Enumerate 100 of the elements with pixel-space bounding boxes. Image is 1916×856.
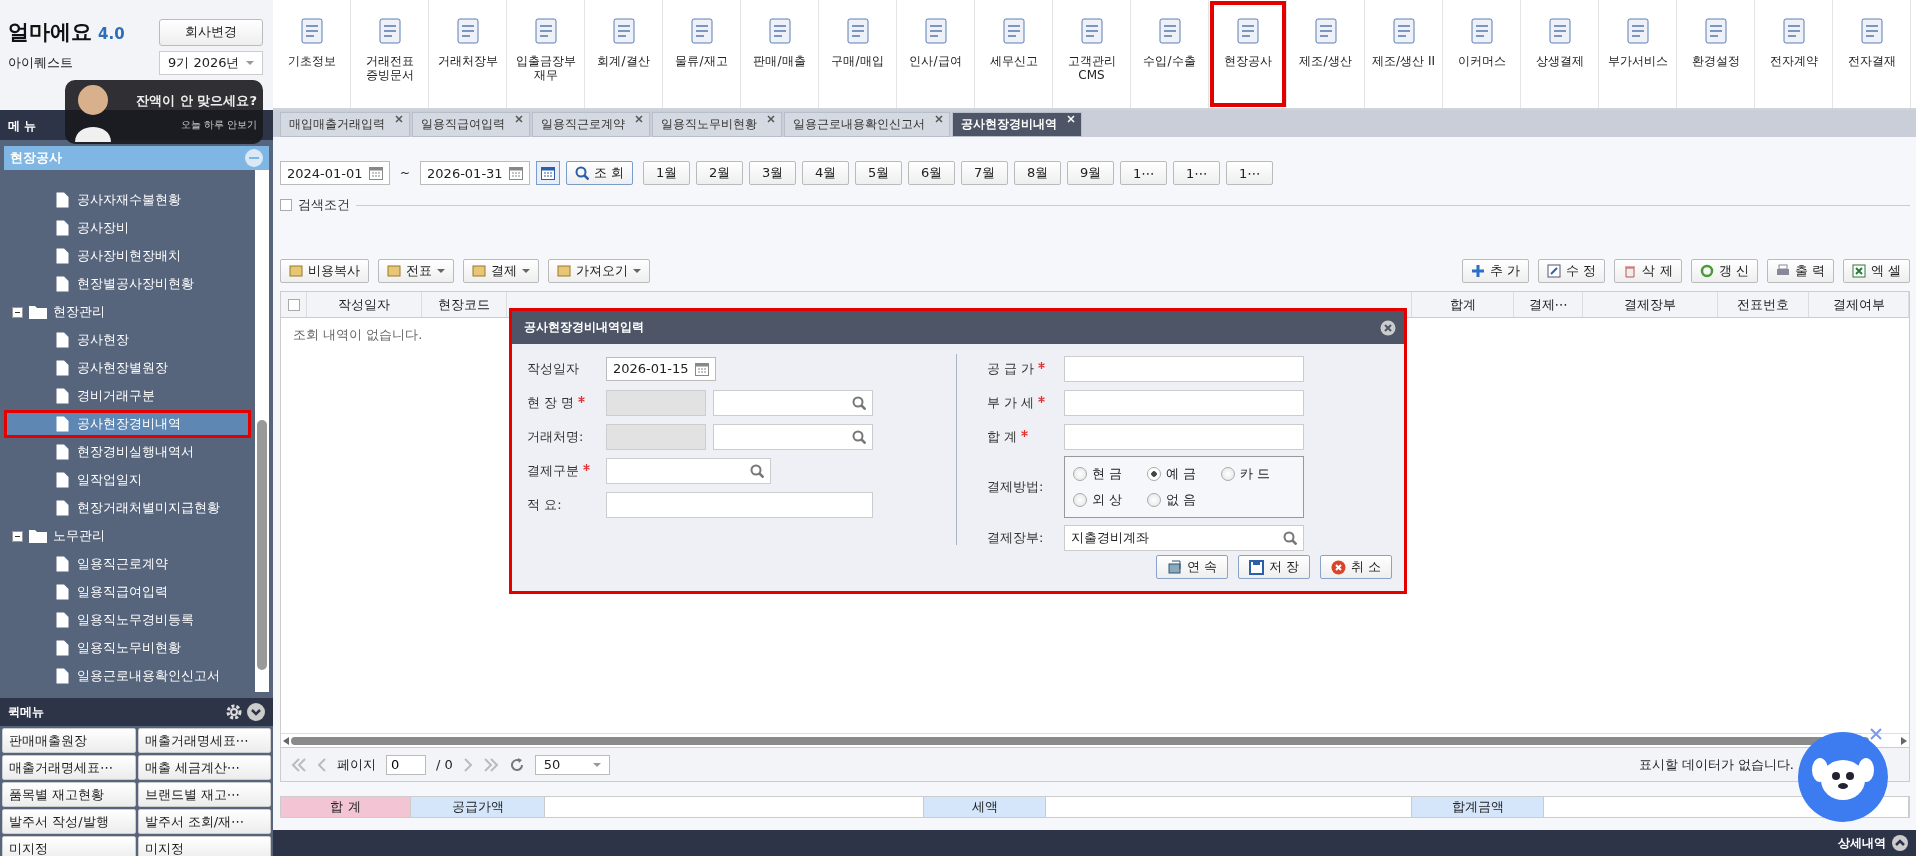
tree-item[interactable]: 공사장비현장배치: [4, 242, 251, 270]
module-button[interactable]: 이커머스: [1443, 0, 1521, 108]
toolbar-button[interactable]: 갱 신: [1690, 259, 1758, 283]
tree-item[interactable]: 현장별공사장비현황: [4, 270, 251, 298]
tree-item[interactable]: 경비거래구분: [4, 382, 251, 410]
tab[interactable]: 일용직근로계약: [532, 112, 650, 137]
module-button[interactable]: 전자계약: [1755, 0, 1833, 108]
module-button[interactable]: 인사/급여: [897, 0, 975, 108]
quick-menu-button[interactable]: 미지정: [137, 836, 271, 856]
module-button[interactable]: 고객관리 CMS: [1053, 0, 1131, 108]
radio-button[interactable]: 없 음: [1147, 491, 1221, 509]
module-button[interactable]: 물류/재고: [663, 0, 741, 108]
save-button[interactable]: 저 장: [1237, 555, 1310, 579]
scrollbar[interactable]: [281, 733, 1909, 747]
month-button[interactable]: 7월: [961, 161, 1009, 185]
toolbar-button[interactable]: 결제: [463, 259, 539, 283]
toolbar-button[interactable]: 추 가: [1462, 259, 1530, 283]
toolbar-button[interactable]: 출 력: [1766, 259, 1834, 283]
module-button[interactable]: 세무신고: [975, 0, 1053, 108]
calendar-button[interactable]: [536, 161, 561, 185]
toolbar-button[interactable]: 가져오기: [548, 259, 650, 283]
tree-item[interactable]: 현장거래처별미지급현황: [4, 494, 251, 522]
tree-item[interactable]: 공사현장: [4, 326, 251, 354]
cancel-button[interactable]: 취 소: [1319, 555, 1392, 579]
module-button[interactable]: 전자결재: [1833, 0, 1911, 108]
month-button[interactable]: 1⋯: [1120, 161, 1168, 185]
tree-item[interactable]: 공사현장경비내역: [4, 410, 251, 438]
input-field[interactable]: [1064, 423, 1304, 450]
date-field[interactable]: 2026-01-15: [606, 356, 716, 381]
tree-item[interactable]: 일용직노무비현황: [4, 634, 251, 662]
module-button[interactable]: 환경설정: [1677, 0, 1755, 108]
quick-menu-button[interactable]: 매출거래명세표⋯: [2, 755, 136, 780]
tree-item[interactable]: 일용직급여입력: [4, 578, 251, 606]
continue-button[interactable]: 연 속: [1155, 555, 1228, 579]
month-button[interactable]: 2월: [696, 161, 744, 185]
toolbar-button[interactable]: 삭 제: [1614, 259, 1682, 283]
page-size-select[interactable]: 50: [534, 754, 610, 775]
quick-menu-button[interactable]: 발주서 조회/재⋯: [137, 809, 271, 834]
module-button[interactable]: 거래처장부: [429, 0, 507, 108]
checkbox[interactable]: [287, 298, 300, 311]
module-button[interactable]: 거래전표 증빙문서: [351, 0, 429, 108]
search-field[interactable]: [606, 457, 771, 484]
radio-button[interactable]: 예 금: [1147, 465, 1221, 483]
radio-button[interactable]: 현 금: [1073, 465, 1147, 483]
toolbar-button[interactable]: 전표: [378, 259, 454, 283]
search-field[interactable]: [713, 389, 873, 416]
tree-item[interactable]: 일용직근로계약: [4, 550, 251, 578]
month-button[interactable]: 1⋯: [1173, 161, 1221, 185]
input-field[interactable]: [1064, 355, 1304, 382]
input-field[interactable]: [606, 491, 873, 518]
month-button[interactable]: 1⋯: [1226, 161, 1274, 185]
quick-menu-button[interactable]: 매출 세금계산⋯: [137, 755, 271, 780]
module-button[interactable]: 판매/매출: [741, 0, 819, 108]
module-button[interactable]: 제조/생산: [1287, 0, 1365, 108]
period-select[interactable]: 9기 2026년: [159, 51, 263, 75]
change-company-button[interactable]: 회사변경: [159, 18, 263, 46]
quick-menu-button[interactable]: 매출거래명세표⋯: [137, 728, 271, 753]
month-button[interactable]: 3월: [749, 161, 797, 185]
input-field[interactable]: [1064, 389, 1304, 416]
quick-menu-button[interactable]: 미지정: [2, 836, 136, 856]
module-button[interactable]: 회계/결산: [585, 0, 663, 108]
month-button[interactable]: 8월: [1014, 161, 1062, 185]
search-field[interactable]: [713, 423, 873, 450]
tree-item[interactable]: 공사현장별원장: [4, 354, 251, 382]
page-input[interactable]: 0: [386, 754, 426, 775]
radio-button[interactable]: 카 드: [1221, 465, 1295, 483]
tab[interactable]: 매입매출거래입력: [280, 112, 410, 137]
quick-menu-button[interactable]: 판매매출원장: [2, 728, 136, 753]
tab[interactable]: 일용근로내용확인신고서: [784, 112, 950, 137]
date-field[interactable]: 2026-01-31: [420, 161, 531, 185]
month-button[interactable]: 6월: [908, 161, 956, 185]
toolbar-button[interactable]: 비용복사: [280, 259, 369, 283]
tree-item[interactable]: 공사자재수불현황: [4, 186, 251, 214]
date-field[interactable]: 2024-01-01: [280, 161, 390, 185]
quick-menu-button[interactable]: 품목별 재고현황: [2, 782, 136, 807]
month-button[interactable]: 1월: [643, 161, 691, 185]
module-button[interactable]: 현장공사: [1209, 0, 1287, 108]
tree-item[interactable]: 일용직노무경비등록: [4, 606, 251, 634]
module-button[interactable]: 기초정보: [273, 0, 351, 108]
month-button[interactable]: 5월: [855, 161, 903, 185]
module-button[interactable]: 입출금장부 재무: [507, 0, 585, 108]
quick-menu-button[interactable]: 발주서 작성/발행: [2, 809, 136, 834]
checkbox[interactable]: [280, 199, 292, 211]
tab[interactable]: 일용직노무비현황: [652, 112, 782, 137]
module-button[interactable]: 구매/매입: [819, 0, 897, 108]
tree-folder[interactable]: 노무관리: [4, 522, 255, 550]
scrollbar[interactable]: [255, 170, 269, 692]
tree-item[interactable]: 공사장비: [4, 214, 251, 242]
toolbar-button[interactable]: 엑 셀: [1842, 259, 1910, 283]
module-button[interactable]: 수입/수출: [1131, 0, 1209, 108]
tree-item[interactable]: 일작업일지: [4, 466, 251, 494]
month-button[interactable]: 4월: [802, 161, 850, 185]
module-button[interactable]: 상생결제: [1521, 0, 1599, 108]
tree-item[interactable]: 현장경비실행내역서: [4, 438, 251, 466]
tree-item[interactable]: 일용근로내용확인신고서: [4, 662, 251, 690]
tab[interactable]: 일용직급여입력: [412, 112, 530, 137]
search-field[interactable]: 지출경비계좌: [1064, 524, 1304, 551]
tree-folder[interactable]: 현장관리: [4, 298, 255, 326]
month-button[interactable]: 9월: [1067, 161, 1115, 185]
dismiss-link[interactable]: 오늘 하루 안보기: [180, 118, 257, 132]
